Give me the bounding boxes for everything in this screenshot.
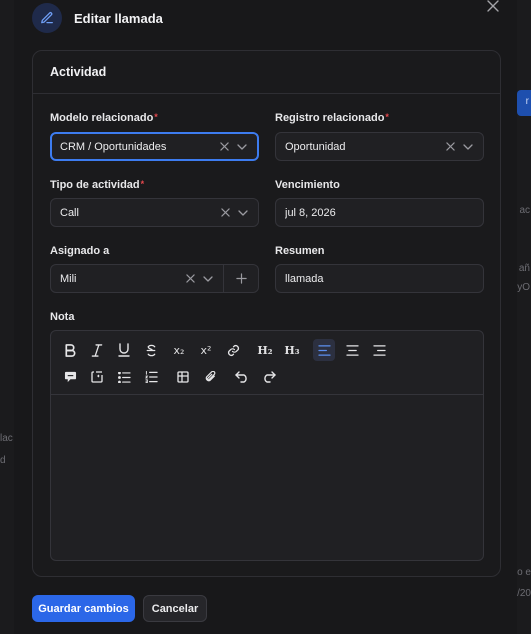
background-text: d <box>0 455 6 466</box>
note-content-area[interactable] <box>51 395 483 560</box>
bullet-list-button[interactable] <box>113 366 135 388</box>
clear-icon[interactable] <box>186 274 195 283</box>
activity-section: Actividad Modelo relacionado* CRM / Opor… <box>32 50 501 577</box>
edit-icon <box>32 3 62 33</box>
assigned-to-select[interactable]: Mili <box>50 264 259 293</box>
plus-icon[interactable] <box>235 273 247 284</box>
activity-type-select[interactable]: Call <box>50 198 259 227</box>
editor-toolbar: x₂ x² H₂ H₃ <box>51 331 483 395</box>
superscript-icon: x² <box>200 343 212 357</box>
strikethrough-button[interactable] <box>140 339 162 361</box>
note-label: Nota <box>50 311 75 323</box>
redo-button[interactable] <box>258 366 280 388</box>
quote-button[interactable] <box>59 366 81 388</box>
background-text: /20 <box>517 588 531 599</box>
code-block-icon <box>91 371 103 383</box>
bullet-list-icon <box>117 371 131 383</box>
heading2-icon: H₂ <box>257 343 273 357</box>
chevron-down-icon[interactable] <box>203 275 213 282</box>
clear-icon[interactable] <box>221 208 230 217</box>
ordered-list-button[interactable] <box>140 366 162 388</box>
code-block-button[interactable] <box>86 366 108 388</box>
quote-icon <box>64 371 76 383</box>
summary-input[interactable]: llamada <box>275 264 484 293</box>
due-date-value: jul 8, 2026 <box>285 206 336 219</box>
summary-value: llamada <box>285 272 324 285</box>
add-assignee-button[interactable] <box>223 265 258 292</box>
italic-icon <box>91 343 103 357</box>
activity-type-value: Call <box>60 206 79 219</box>
link-button[interactable] <box>222 339 244 361</box>
subscript-icon: x₂ <box>173 343 185 357</box>
heading3-icon: H₃ <box>284 343 300 357</box>
align-left-icon <box>317 344 331 356</box>
note-editor: x₂ x² H₂ H₃ <box>50 330 484 561</box>
chevron-down-icon[interactable] <box>237 143 247 150</box>
align-right-button[interactable] <box>368 339 390 361</box>
background-text: yO <box>517 282 530 293</box>
chevron-down-icon[interactable] <box>238 209 248 216</box>
subscript-button[interactable]: x₂ <box>168 339 190 361</box>
superscript-button[interactable]: x² <box>195 339 217 361</box>
summary-label: Resumen <box>275 245 325 257</box>
align-left-button[interactable] <box>313 339 335 361</box>
activity-type-label: Tipo de actividad* <box>50 179 144 191</box>
background-text: añ <box>518 263 530 274</box>
underline-icon <box>118 343 130 357</box>
underline-button[interactable] <box>113 339 135 361</box>
ordered-list-icon <box>144 371 158 383</box>
link-icon <box>227 344 239 356</box>
section-divider <box>33 93 500 94</box>
edit-call-modal: Editar llamada Actividad Modelo relacion… <box>14 0 517 634</box>
related-model-label-text: Modelo relacionado <box>50 112 154 124</box>
save-button[interactable]: Guardar cambios <box>32 595 135 622</box>
related-record-label-text: Registro relacionado <box>275 112 385 124</box>
background-text: ac <box>519 205 530 216</box>
bold-icon <box>65 343 76 357</box>
background-text: lac <box>0 433 13 444</box>
background-panel <box>0 0 14 634</box>
undo-button[interactable] <box>231 366 253 388</box>
redo-icon <box>264 371 276 383</box>
attachment-button[interactable] <box>199 366 221 388</box>
related-model-value: CRM / Oportunidades <box>60 140 167 153</box>
related-model-select[interactable]: CRM / Oportunidades <box>50 132 259 161</box>
chevron-down-icon[interactable] <box>463 143 473 150</box>
assigned-to-value: Mili <box>60 272 77 285</box>
bold-button[interactable] <box>59 339 81 361</box>
align-right-icon <box>372 344 386 356</box>
table-button[interactable] <box>172 366 194 388</box>
due-date-label: Vencimiento <box>275 179 340 191</box>
heading3-button[interactable]: H₃ <box>281 339 303 361</box>
table-icon <box>177 371 189 383</box>
modal-header: Editar llamada <box>32 2 163 34</box>
align-center-icon <box>345 344 359 356</box>
assigned-to-label: Asignado a <box>50 245 110 257</box>
undo-icon <box>235 371 247 383</box>
related-model-label: Modelo relacionado* <box>50 112 158 124</box>
close-button[interactable] <box>485 0 501 14</box>
cancel-button[interactable]: Cancelar <box>143 595 207 622</box>
due-date-input[interactable]: jul 8, 2026 <box>275 198 484 227</box>
related-record-label: Registro relacionado* <box>275 112 389 124</box>
required-mark: * <box>385 112 389 122</box>
required-mark: * <box>154 112 158 122</box>
background-text: r <box>525 96 529 107</box>
modal-title: Editar llamada <box>74 10 163 26</box>
close-icon[interactable] <box>487 0 499 12</box>
attachment-icon <box>205 371 216 382</box>
heading2-button[interactable]: H₂ <box>254 339 276 361</box>
required-mark: * <box>140 179 145 189</box>
align-center-button[interactable] <box>341 339 363 361</box>
related-record-select[interactable]: Oportunidad <box>275 132 484 161</box>
section-title: Actividad <box>50 65 107 79</box>
strikethrough-icon <box>146 344 156 356</box>
related-record-value: Oportunidad <box>285 140 346 153</box>
clear-icon[interactable] <box>220 142 229 151</box>
clear-icon[interactable] <box>446 142 455 151</box>
italic-button[interactable] <box>86 339 108 361</box>
background-text: lo e <box>514 567 531 578</box>
activity-type-label-text: Tipo de actividad <box>50 179 140 191</box>
